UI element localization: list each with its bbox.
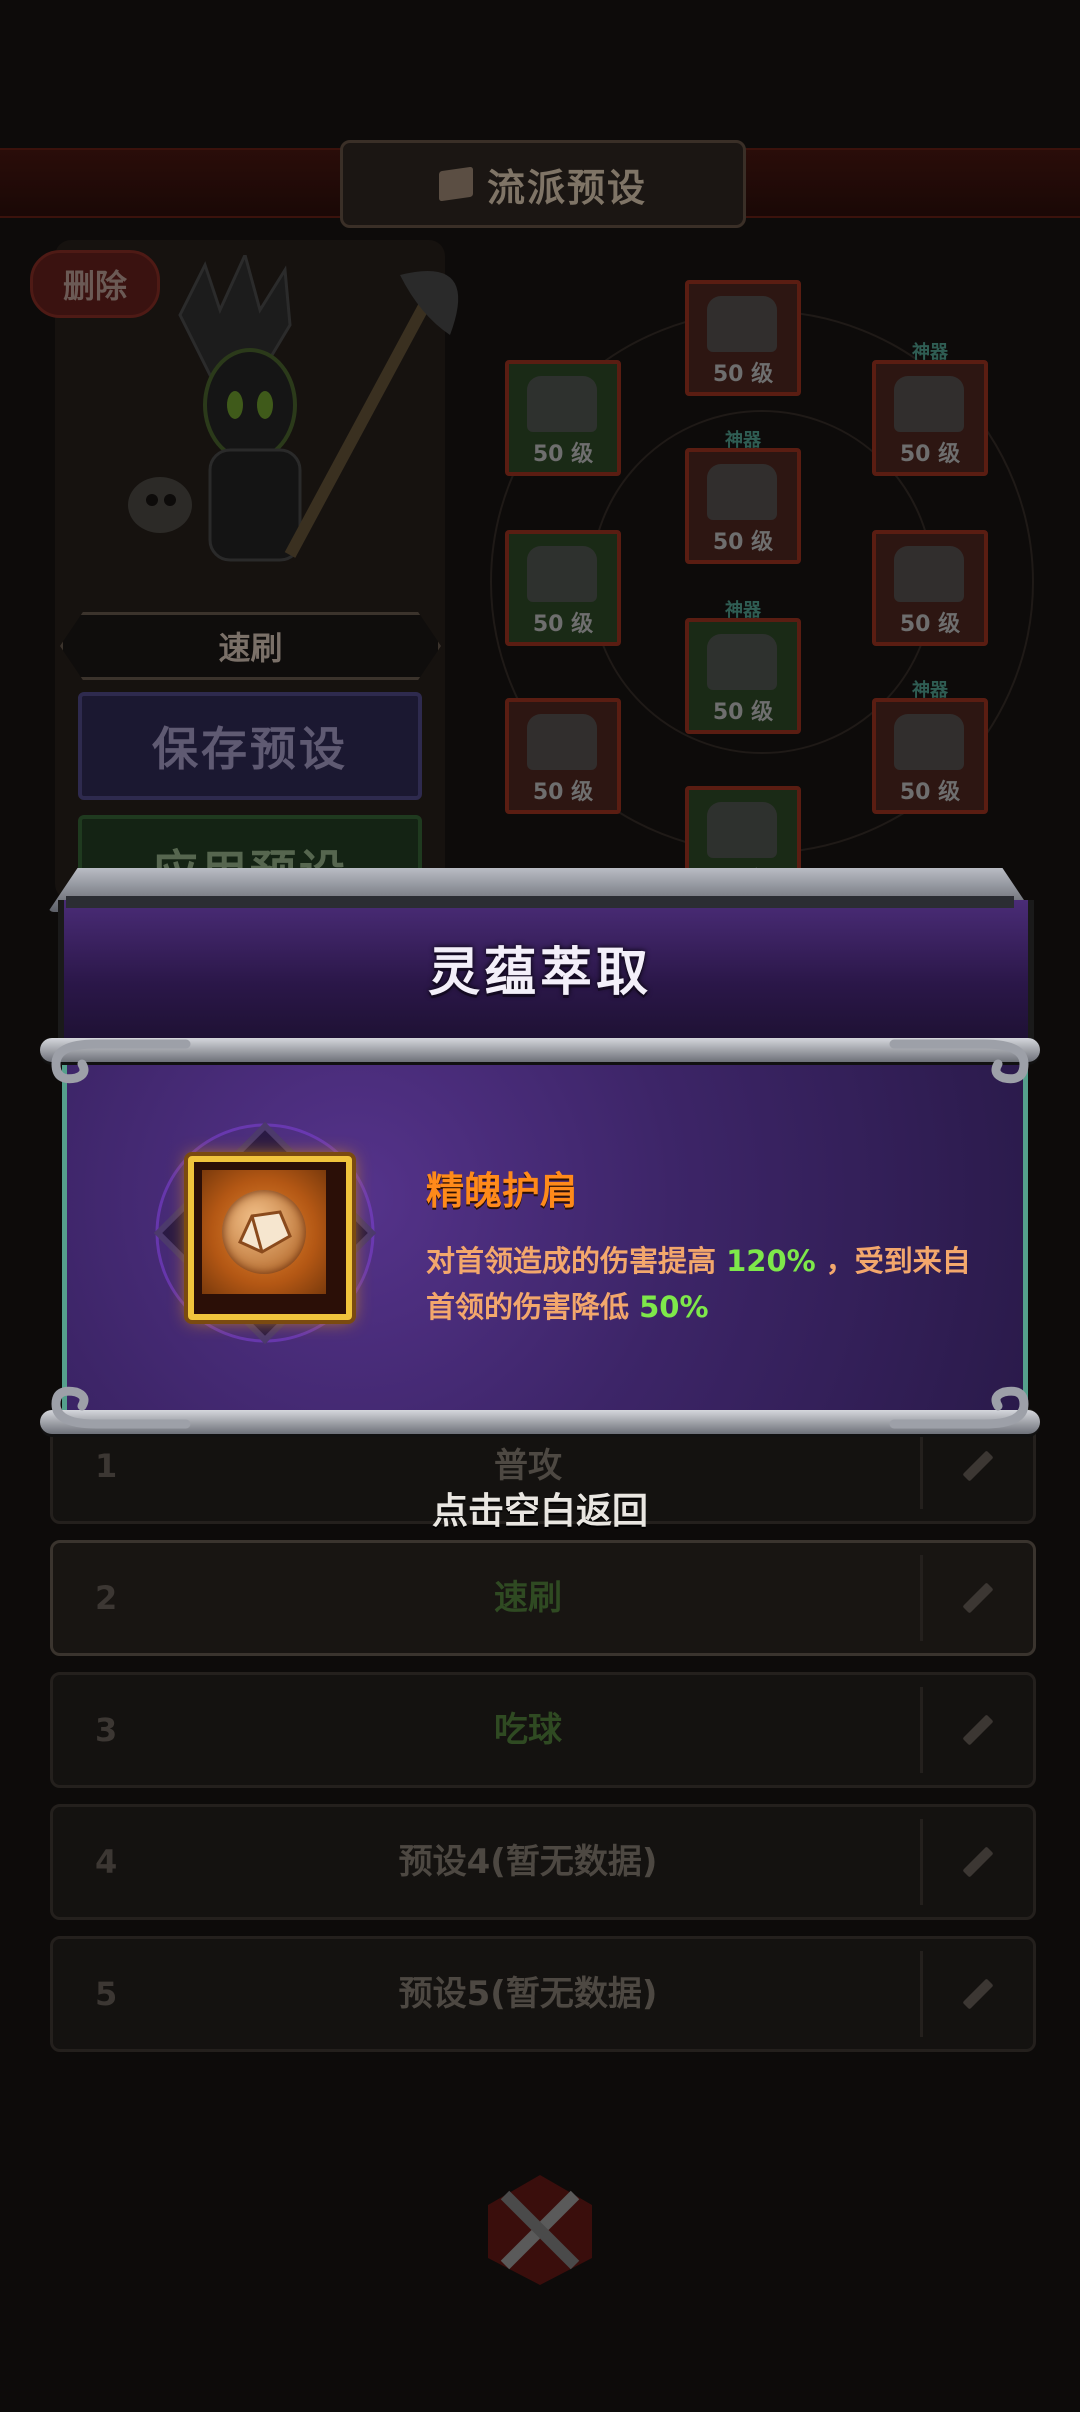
axe-icon [527,714,597,770]
gloves-icon [527,546,597,602]
preset-row[interactable]: 4 预设4(暂无数据) [50,1804,1036,1920]
scroll-ornament-icon [884,1384,1044,1440]
damage-reduction-value: 50% [639,1290,709,1324]
preset-row[interactable]: 2 速刷 [50,1540,1036,1656]
item-icon-box [188,1156,352,1320]
header-title-plate: 流派预设 [340,140,746,228]
popup-header-frame-inner [66,896,1014,908]
edit-button[interactable] [920,1555,1033,1641]
equip-slot-helmet[interactable]: 50 级 [685,280,801,396]
page-title: 流派预设 [486,165,647,210]
horn-icon [894,714,964,770]
preset-name-plate: 速刷 [60,612,441,680]
pencil-icon [962,1450,994,1482]
save-preset-button[interactable]: 保存预设 [78,692,422,800]
equip-slot-head[interactable]: 50 级 [505,360,621,476]
item-description: 对首领造成的伤害提高 120% ，受到来自首领的伤害降低 50% [426,1244,971,1324]
necklace-icon [894,376,964,432]
pencil-icon [962,1714,994,1746]
equipment-grid: 50 级 50 级 神器 50 级 神器 50 级 50 级 50 级 神器 5… [480,250,1040,902]
book-icon [438,166,473,202]
hero-character-image [110,250,530,585]
head-armor-icon [527,376,597,432]
close-emblem-icon[interactable] [480,2170,600,2290]
pencil-icon [962,1978,994,2010]
pencil-icon [962,1582,994,1614]
equip-slot-legs[interactable]: 神器 50 级 [685,600,801,734]
pencil-icon [962,1846,994,1878]
helmet-icon [707,296,777,352]
equip-slot-necklace[interactable]: 神器 50 级 [872,342,988,476]
damage-bonus-value: 120% [726,1244,816,1278]
item-name: 精魄护肩 [426,1169,579,1213]
edit-button[interactable] [920,1687,1033,1773]
tap-blank-to-return[interactable]: 点击空白返回 [0,1482,1080,1534]
shoulder-armor-icon [222,1190,306,1274]
ring-icon [894,546,964,602]
scroll-ornament-icon [36,1384,196,1440]
chest-armor-icon [707,464,777,520]
equip-slot-ring[interactable]: 50 级 [872,530,988,646]
scroll-ornament-icon [36,1030,196,1086]
scroll-ornament-icon [884,1030,1044,1086]
preset-row[interactable]: 3 吃球 [50,1672,1036,1788]
equip-slot-weapon[interactable]: 50 级 [505,698,621,814]
edit-button[interactable] [920,1819,1033,1905]
equip-slot-gloves[interactable]: 50 级 [505,530,621,646]
edit-button[interactable] [920,1951,1033,2037]
leg-armor-icon [707,634,777,690]
equip-slot-horn[interactable]: 神器 50 级 [872,680,988,814]
boots-icon [707,802,777,858]
preset-row[interactable]: 5 预设5(暂无数据) [50,1936,1036,2052]
equip-slot-chest[interactable]: 神器 50 级 [685,430,801,564]
popup-title: 灵蕴萃取 [427,943,652,1003]
